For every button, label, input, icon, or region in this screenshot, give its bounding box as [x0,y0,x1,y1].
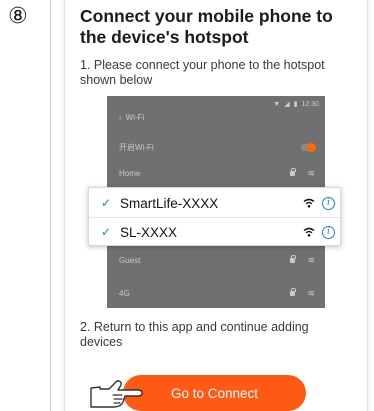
phone-toggle-label: 开启Wi-Fi [119,143,154,152]
phone-network-name: Guest [119,256,141,265]
page: ⑧ Connect your mobile phone to the devic… [0,0,374,411]
network-name: SL-XXXX [120,224,178,240]
phone-status-bar: ▼ ◢ ▮ 12:30 [273,100,319,109]
cell-icon: ◢ [284,101,290,108]
phone-network-row: Guest ≋ [119,255,315,265]
phone-network-name: 4G [119,289,130,298]
phone-time: 12:30 [301,100,319,108]
hand-pointer-icon [90,380,143,408]
page-title: Connect your mobile phone to the device'… [80,6,333,47]
signal-icon: ▼ [273,100,281,108]
phone-wifi-toggle-row: 开启Wi-Fi [119,142,316,153]
wifi-icon [303,198,315,208]
network-row-smartlife[interactable]: ✓ SmartLife-XXXX i [89,189,340,218]
hotspot-network-list: ✓ SmartLife-XXXX i ✓ SL-XXXX i [88,187,341,246]
checkmark-icon: ✓ [101,196,112,210]
wifi-icon: ≋ [307,288,315,298]
step-number: ⑧ [8,4,28,29]
step-divider [50,0,51,411]
lock-icon [290,255,296,263]
phone-network-name: Home [119,169,141,178]
phone-header: ‹ Wi-Fi [119,113,315,122]
battery-icon: ▮ [293,101,298,108]
network-row-sl[interactable]: ✓ SL-XXXX i [89,218,340,246]
instruction-step-2: 2. Return to this app and continue addin… [80,320,309,349]
phone-network-row: 4G ≋ [119,288,315,298]
phone-network-row: Home ≋ [119,168,315,178]
wifi-icon [303,227,315,237]
go-to-connect-button[interactable]: Go to Connect [123,375,306,411]
back-arrow-icon: ‹ [119,113,122,122]
wifi-icon: ≋ [307,168,315,178]
lock-icon [290,288,296,296]
network-name: SmartLife-XXXX [120,195,219,211]
checkmark-icon: ✓ [101,225,112,239]
info-icon[interactable]: i [322,225,335,239]
lock-icon [290,168,296,176]
wifi-toggle [301,143,316,152]
instruction-step-1: 1. Please connect your phone to the hots… [80,58,325,87]
phone-header-title: Wi-Fi [125,113,145,122]
wifi-icon: ≋ [307,255,315,265]
info-icon[interactable]: i [322,196,335,210]
